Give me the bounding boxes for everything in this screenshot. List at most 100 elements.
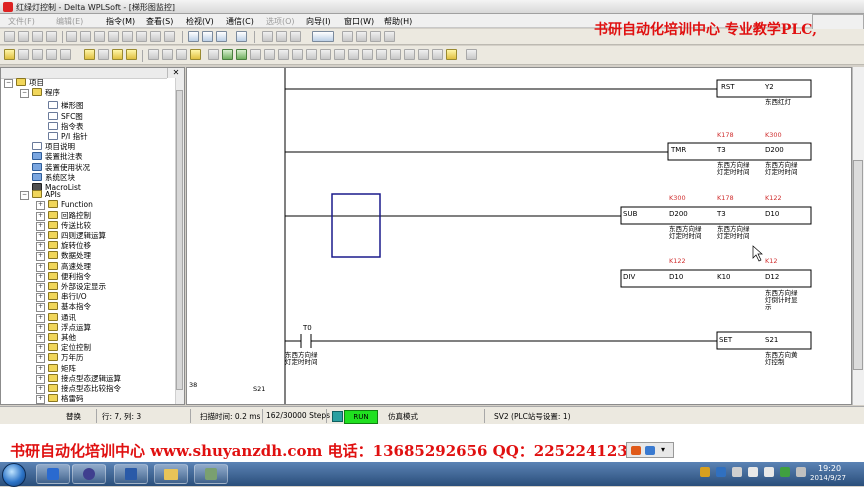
search-icon[interactable]	[216, 31, 227, 42]
hline-icon[interactable]	[208, 49, 219, 60]
tree-expander-icon[interactable]: +	[36, 385, 45, 394]
start-button-icon[interactable]	[2, 463, 26, 487]
taskbar-media-icon[interactable]	[72, 464, 106, 484]
grid-icon[interactable]	[466, 49, 477, 60]
tree-expander-icon[interactable]: +	[36, 293, 45, 303]
ime-toolbar[interactable]: ▾	[626, 442, 674, 458]
tree-expander-icon[interactable]: +	[36, 323, 45, 333]
label-icon[interactable]	[390, 49, 401, 60]
tree-expander-icon[interactable]: +	[36, 262, 45, 272]
jump-icon[interactable]	[306, 49, 317, 60]
tree-item[interactable]: + 接点型态逻辑运算	[36, 373, 121, 384]
tray-volume-icon[interactable]	[764, 467, 774, 477]
convergence-icon[interactable]	[348, 49, 359, 60]
falling-icon[interactable]	[250, 49, 261, 60]
mode-select-icon[interactable]	[312, 31, 334, 42]
help-icon[interactable]	[236, 31, 247, 42]
tree-scroll-thumb[interactable]	[176, 90, 183, 390]
menu-help[interactable]: 帮助(H)	[384, 16, 412, 27]
tree-item[interactable]: + 其他	[36, 333, 76, 343]
tree-item[interactable]: + 便利指令	[36, 271, 91, 282]
tree-item[interactable]: + 矩阵	[36, 363, 76, 374]
clock-time[interactable]: 19:20	[818, 464, 841, 473]
tree-expander-icon[interactable]: +	[36, 283, 45, 292]
insert-icon[interactable]	[150, 31, 161, 42]
divergence-icon[interactable]	[334, 49, 345, 60]
contact-no-icon[interactable]	[148, 49, 159, 60]
tree-item[interactable]: + 传送比较	[36, 220, 91, 231]
find-replace-icon[interactable]	[164, 31, 175, 42]
tree-close-icon[interactable]: ✕	[167, 68, 184, 78]
tree-expander-icon[interactable]: +	[36, 303, 45, 313]
monitor-ladder-icon[interactable]	[112, 49, 123, 60]
tree-item[interactable]: 装置使用状况	[20, 160, 90, 172]
menu-view[interactable]: 检视(V)	[186, 16, 214, 27]
menu-instruction[interactable]: 指令(M)	[106, 16, 135, 27]
tree-item[interactable]: 项目说明	[20, 139, 75, 151]
tree-item[interactable]: 梯形图	[36, 98, 84, 110]
tree-expander-icon[interactable]: −	[20, 191, 29, 201]
stop-icon[interactable]	[370, 31, 381, 42]
tree-item[interactable]: + 定位控制	[36, 343, 91, 354]
tree-expander-icon[interactable]: +	[36, 272, 45, 282]
save-icon[interactable]	[32, 31, 43, 42]
tray-app-icon[interactable]	[716, 467, 726, 477]
taskbar-maxthon-icon[interactable]	[36, 464, 70, 484]
device-monitor-icon[interactable]	[384, 31, 395, 42]
tree-item[interactable]: SFC图	[36, 109, 83, 121]
tree-expander-icon[interactable]: +	[36, 313, 45, 323]
compile-icon[interactable]	[342, 31, 353, 42]
tree-item[interactable]: + Function	[36, 200, 93, 211]
table-icon[interactable]	[98, 49, 109, 60]
clock-date[interactable]: 2014/9/27	[810, 474, 846, 482]
comment-line-icon[interactable]	[362, 49, 373, 60]
zoom-in-icon[interactable]	[188, 31, 199, 42]
tree-item[interactable]: − 项目	[4, 78, 44, 88]
paste-icon[interactable]	[94, 31, 105, 42]
tree-expander-icon[interactable]: +	[36, 211, 45, 221]
edit-online-icon[interactable]	[126, 49, 137, 60]
sfc-mode-icon[interactable]	[18, 49, 29, 60]
ladder-mode-icon[interactable]	[4, 49, 15, 60]
menu-file[interactable]: 文件(F)	[8, 16, 35, 27]
tree-item[interactable]: + 浮点运算	[36, 322, 91, 333]
taskbar-word-icon[interactable]	[114, 464, 148, 484]
tree-item[interactable]: 系统区块	[20, 170, 75, 182]
tree-item[interactable]: + 数据处理	[36, 251, 91, 262]
menu-find[interactable]: 查看(S)	[146, 16, 173, 27]
tray-security-icon[interactable]	[780, 467, 790, 477]
function-icon[interactable]	[190, 49, 201, 60]
tree-item[interactable]: − 程序	[20, 88, 60, 99]
cut-icon[interactable]	[66, 31, 77, 42]
tree-expander-icon[interactable]: +	[36, 201, 45, 211]
taskbar-wplsoft-icon[interactable]	[194, 464, 228, 484]
tree-item[interactable]: + 回路控制	[36, 210, 91, 221]
tree-item[interactable]: + 外部设定显示	[36, 282, 106, 292]
ladder-editor[interactable]: RST Y2 东西红灯 K178 K300 TMR T3 D200 东西方向绿 …	[186, 67, 852, 405]
tree-item[interactable]: + 旋转位移	[36, 241, 91, 252]
undo-icon[interactable]	[108, 31, 119, 42]
tree-item[interactable]: MacroList	[20, 180, 81, 192]
copy-icon[interactable]	[80, 31, 91, 42]
tree-item[interactable]: 装置批注表	[20, 149, 83, 161]
rising-icon[interactable]	[236, 49, 247, 60]
mark-icon[interactable]	[446, 49, 457, 60]
tree-item[interactable]: + 接点型态比较指令	[36, 384, 121, 394]
tree-item[interactable]: + 通讯	[36, 312, 76, 323]
taskbar-explorer-icon[interactable]	[154, 464, 188, 484]
print-icon[interactable]	[46, 31, 57, 42]
tree-item[interactable]: + 万年历	[36, 353, 84, 364]
tray-network-icon[interactable]	[748, 467, 758, 477]
online-icon[interactable]	[84, 49, 95, 60]
tree-expander-icon[interactable]: +	[36, 374, 45, 384]
transfer-icon[interactable]	[320, 49, 331, 60]
run-icon[interactable]	[356, 31, 367, 42]
tree-item[interactable]: + 格雷码	[36, 394, 84, 405]
tree-item[interactable]: + 串行I/O	[36, 292, 87, 303]
tree-expander-icon[interactable]: +	[36, 221, 45, 231]
ref-icon[interactable]	[418, 49, 429, 60]
tree-expander-icon[interactable]: +	[36, 242, 45, 252]
tree-expander-icon[interactable]: +	[36, 364, 45, 374]
open-icon[interactable]	[18, 31, 29, 42]
tray-power-icon[interactable]	[796, 467, 806, 477]
